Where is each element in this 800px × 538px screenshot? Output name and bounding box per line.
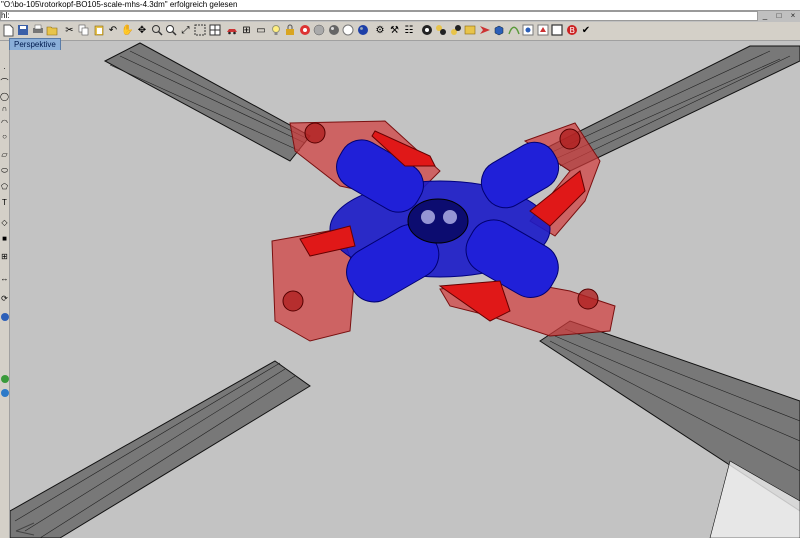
zoom-icon[interactable]	[150, 24, 163, 38]
render-preview-icon[interactable]	[464, 24, 477, 38]
surface-icon[interactable]: ◇	[0, 217, 9, 228]
rotor-blade-bottom-left	[10, 360, 311, 538]
car-icon[interactable]	[226, 24, 239, 38]
circle-icon[interactable]: B	[565, 24, 578, 38]
four-viewports-icon[interactable]	[208, 24, 221, 38]
move-view-icon[interactable]: ✥	[136, 24, 149, 38]
hidden-icon[interactable]: ⚙	[374, 24, 387, 38]
viewport-perspective[interactable]	[10, 41, 800, 538]
plugin-icon[interactable]	[522, 24, 535, 38]
pan-hand-icon[interactable]: ✋	[121, 24, 134, 38]
solid-icon[interactable]: ■	[0, 233, 9, 244]
polygon-icon[interactable]: ⬠	[0, 181, 9, 192]
zoom-window-icon[interactable]	[165, 24, 178, 38]
zoom-extents-icon[interactable]: ⤢	[179, 24, 192, 38]
rotor-blade-top-left	[103, 42, 311, 162]
left-toolbar: · ⌒ ◯ ∩ ◠ ○ ▱ ⬭ ⬠ T ◇ ■ ⊞ ↔ ⟳	[0, 41, 10, 538]
hide-icon[interactable]: ▭	[255, 24, 268, 38]
curve-icon[interactable]: ∩	[0, 103, 9, 114]
mesh-icon[interactable]: ⊞	[0, 251, 9, 262]
shaded-sphere-icon[interactable]	[313, 24, 326, 38]
check-icon[interactable]: ✔	[580, 24, 593, 38]
arc-icon[interactable]: ◠	[0, 117, 9, 128]
dimension-icon[interactable]: ↔	[0, 273, 9, 284]
rendered-sphere-icon[interactable]	[327, 24, 340, 38]
render-icon[interactable]	[298, 24, 311, 38]
properties-icon[interactable]: ☷	[403, 24, 416, 38]
text-icon[interactable]: T	[0, 197, 9, 208]
transform-icon[interactable]: ⟳	[0, 293, 9, 304]
zoom-selected-icon[interactable]	[194, 24, 207, 38]
rectangle-icon[interactable]: ▱	[0, 149, 9, 160]
polyline-icon[interactable]: ◯	[0, 91, 9, 102]
rotor-head-model	[10, 42, 800, 538]
grid-icon[interactable]: ⊞	[240, 24, 253, 38]
tools-icon[interactable]: ⚒	[388, 24, 401, 38]
command-prompt-input[interactable]: hl:	[0, 11, 758, 21]
document-icon[interactable]	[551, 24, 564, 38]
rotor-hub	[329, 139, 560, 303]
command-history: "O:\bo-105\rotorkopf-BO105-scale-mhs-4.3…	[0, 0, 800, 11]
print-icon[interactable]	[31, 24, 44, 38]
cube-icon[interactable]	[493, 24, 506, 38]
rotor-blade-bottom-right	[539, 320, 800, 538]
window-buttons: _ □ ×	[758, 11, 800, 22]
close-button[interactable]: ×	[786, 11, 800, 22]
color-balls-icon[interactable]	[435, 24, 448, 38]
snap-icon[interactable]	[420, 24, 433, 38]
circle-icon[interactable]: ○	[0, 131, 9, 142]
command-history-text: "O:\bo-105\rotorkopf-BO105-scale-mhs-4.3…	[1, 0, 238, 9]
earth-icon[interactable]	[0, 389, 9, 400]
light-bulb-icon[interactable]	[269, 24, 282, 38]
viewport-title: Perspektive	[14, 40, 56, 49]
gear-icon[interactable]	[536, 24, 549, 38]
save-icon[interactable]	[17, 24, 30, 38]
copy-icon[interactable]	[78, 24, 91, 38]
main-toolbar: ✂ ↶ ✋ ✥ ⤢ ⊞ ▭ ⚙ ⚒ ☷ B ✔	[0, 22, 800, 41]
curve-icon[interactable]	[507, 24, 520, 38]
minimize-button[interactable]: _	[758, 11, 772, 22]
blue-sphere-icon[interactable]	[356, 24, 369, 38]
arrow-icon[interactable]	[478, 24, 491, 38]
ellipse-icon[interactable]: ⬭	[0, 165, 9, 176]
undo-icon[interactable]: ↶	[107, 24, 120, 38]
lock-icon[interactable]	[284, 24, 297, 38]
svg-text:B: B	[569, 26, 575, 35]
globe-icon[interactable]	[0, 375, 9, 386]
open-icon[interactable]	[46, 24, 59, 38]
point-icon[interactable]: ·	[0, 63, 9, 74]
viewport-tab-perspektive[interactable]: Perspektive	[9, 38, 61, 50]
new-file-icon[interactable]	[2, 24, 15, 38]
command-prompt-label: hl:	[1, 11, 10, 20]
maximize-button[interactable]: □	[772, 11, 786, 22]
help-icon[interactable]	[0, 313, 9, 324]
cut-icon[interactable]: ✂	[63, 24, 76, 38]
paint-bucket-icon[interactable]	[449, 24, 462, 38]
ghost-sphere-icon[interactable]	[342, 24, 355, 38]
line-icon[interactable]: ⌒	[0, 77, 9, 88]
paste-icon[interactable]	[92, 24, 105, 38]
